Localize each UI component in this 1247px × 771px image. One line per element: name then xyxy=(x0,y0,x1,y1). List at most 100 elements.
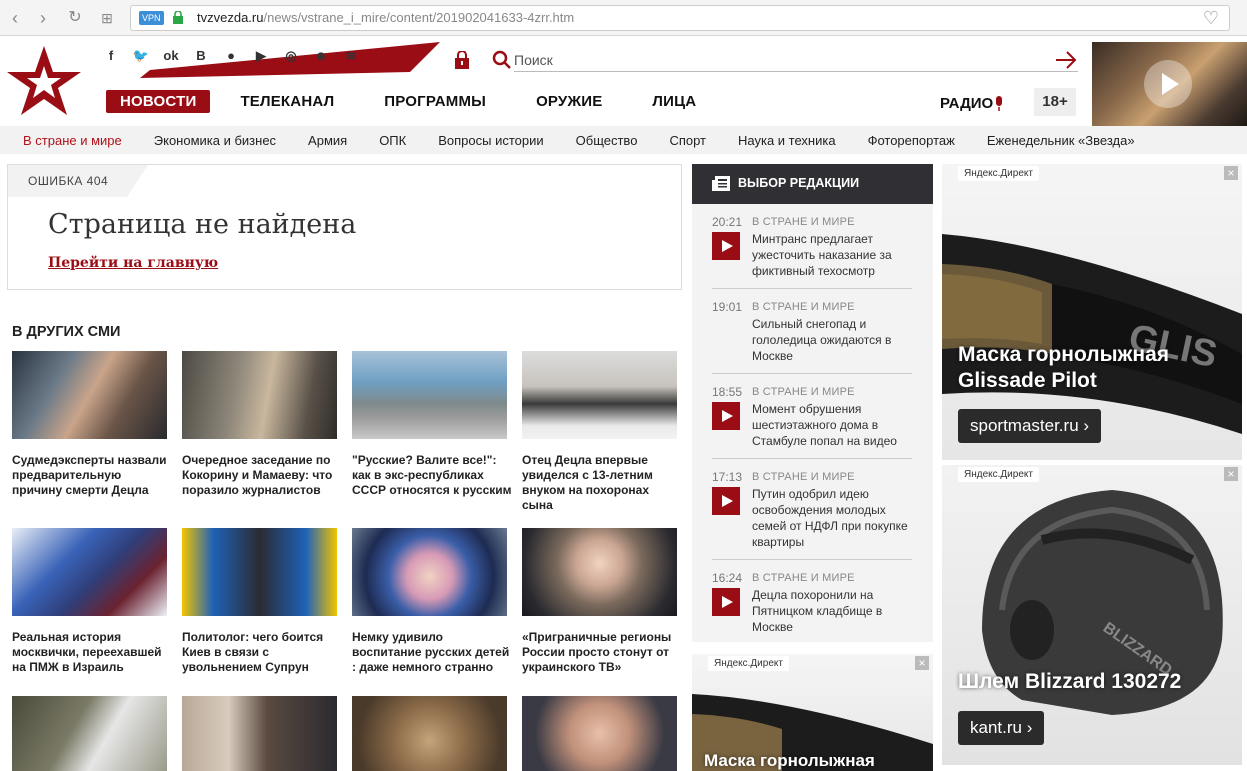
news-caption[interactable]: «Приграничные регионы России просто стон… xyxy=(522,630,682,675)
news-photo[interactable] xyxy=(12,528,167,616)
nav-programs[interactable]: ПРОГРАММЫ xyxy=(384,93,486,110)
subnav-item[interactable]: Армия xyxy=(308,133,347,148)
go-home-link[interactable]: Перейти на главную xyxy=(48,255,218,271)
video-play-icon[interactable] xyxy=(712,402,740,430)
news-caption[interactable]: Очередное заседание по Кокорину и Мамаев… xyxy=(182,453,342,498)
video-play-icon[interactable] xyxy=(712,487,740,515)
ad-banner-goggles[interactable]: GLIS Яндекс.Директ × Маска горнолыжная G… xyxy=(942,164,1242,460)
news-card[interactable] xyxy=(182,696,337,771)
youtube-icon[interactable]: ▶ xyxy=(246,48,276,64)
search-submit-arrow-icon[interactable] xyxy=(1055,50,1077,70)
news-card[interactable]: Отец Децла впервые увиделся с 13-летним … xyxy=(522,351,677,513)
subnav-item[interactable]: Общество xyxy=(576,133,638,148)
news-photo[interactable] xyxy=(352,696,507,771)
news-photo[interactable] xyxy=(182,351,337,439)
news-photo[interactable] xyxy=(182,528,337,616)
news-card[interactable]: Очередное заседание по Кокорину и Мамаев… xyxy=(182,351,337,498)
reload-icon[interactable]: ↻ xyxy=(64,7,86,29)
news-card[interactable]: Политолог: чего боится Киев в связи с ув… xyxy=(182,528,337,675)
news-card[interactable] xyxy=(522,696,677,771)
radio-link[interactable]: РАДИО xyxy=(940,95,993,112)
news-card[interactable]: Реальная история москвички, переехавшей … xyxy=(12,528,167,675)
item-rubric[interactable]: В СТРАНЕ И МИРЕ xyxy=(752,386,855,398)
ad-banner-helmet[interactable]: BLIZZARD Яндекс.Директ × Шлем Blizzard 1… xyxy=(942,465,1242,765)
close-icon[interactable]: × xyxy=(915,656,929,670)
news-photo[interactable] xyxy=(12,351,167,439)
item-rubric[interactable]: В СТРАНЕ И МИРЕ xyxy=(752,216,855,228)
zvezda-logo[interactable] xyxy=(6,44,82,118)
subnav-item[interactable]: Еженедельник «Звезда» xyxy=(987,133,1135,148)
nav-weapons[interactable]: ОРУЖИЕ xyxy=(536,93,602,110)
subnav-item[interactable]: ОПК xyxy=(379,133,406,148)
login-lock-icon[interactable] xyxy=(454,51,470,69)
rss-icon[interactable]: ≋ xyxy=(336,48,366,64)
search-icon[interactable] xyxy=(492,50,512,70)
vpn-badge[interactable]: VPN xyxy=(139,11,164,25)
ad-title[interactable]: Маска горнолыжная Glissade Pilot xyxy=(958,342,1228,394)
ad-link-button[interactable]: kant.ru › xyxy=(958,711,1045,745)
news-caption[interactable]: Отец Децла впервые увиделся с 13-летним … xyxy=(522,453,682,513)
item-title[interactable]: Момент обрушения шестиэтажного дома в Ст… xyxy=(752,401,917,449)
odnoklassniki-icon[interactable]: ok xyxy=(156,48,186,64)
nav-news[interactable]: НОВОСТИ xyxy=(106,90,211,113)
news-card[interactable]: Судмедэксперты назвали предварительную п… xyxy=(12,351,167,498)
item-title[interactable]: Путин одобрил идею освобождения молодых … xyxy=(752,486,917,550)
forward-icon[interactable]: › xyxy=(32,7,54,29)
live-video-thumbnail[interactable] xyxy=(1092,42,1247,126)
nav-faces[interactable]: ЛИЦА xyxy=(652,93,696,110)
news-card[interactable] xyxy=(12,696,167,771)
news-photo[interactable] xyxy=(352,528,507,616)
news-photo[interactable] xyxy=(522,528,677,616)
news-caption[interactable]: Немку удивило воспитание русских детей :… xyxy=(352,630,512,675)
news-photo[interactable] xyxy=(182,696,337,771)
news-card[interactable]: Немку удивило воспитание русских детей :… xyxy=(352,528,509,675)
item-rubric[interactable]: В СТРАНЕ И МИРЕ xyxy=(752,301,855,313)
news-caption[interactable]: Реальная история москвички, переехавшей … xyxy=(12,630,172,675)
news-photo[interactable] xyxy=(522,696,677,771)
news-photo[interactable] xyxy=(522,351,677,439)
video-play-icon[interactable] xyxy=(712,232,740,260)
messenger-icon[interactable]: ● xyxy=(216,48,246,64)
bookmark-heart-icon[interactable]: ♡ xyxy=(1203,8,1219,29)
news-photo[interactable] xyxy=(12,696,167,771)
news-caption[interactable]: Политолог: чего боится Киев в связи с ув… xyxy=(182,630,342,675)
item-rubric[interactable]: В СТРАНЕ И МИРЕ xyxy=(752,572,855,584)
item-rubric[interactable]: В СТРАНЕ И МИРЕ xyxy=(752,471,855,483)
news-caption[interactable]: "Русские? Валите все!": как в экс-респуб… xyxy=(352,453,512,498)
close-icon[interactable]: × xyxy=(1224,166,1238,180)
close-icon[interactable]: × xyxy=(1224,467,1238,481)
facebook-icon[interactable]: f xyxy=(96,48,126,64)
news-card[interactable]: «Приграничные регионы России просто стон… xyxy=(522,528,677,675)
subnav-item[interactable]: Вопросы истории xyxy=(438,133,543,148)
subnav-item[interactable]: Экономика и бизнес xyxy=(154,133,276,148)
ad-title[interactable]: Шлем Blizzard 130272 xyxy=(958,669,1181,695)
twitter-icon[interactable]: 🐦 xyxy=(126,48,156,64)
ad-banner-goggles-small[interactable]: Яндекс.Директ × Маска горнолыжная xyxy=(692,654,933,771)
instagram-icon[interactable]: ◎ xyxy=(276,48,306,64)
subnav-item[interactable]: Фоторепортаж xyxy=(868,133,955,148)
subnav-item[interactable]: Наука и техника xyxy=(738,133,836,148)
ad-title[interactable]: Маска горнолыжная xyxy=(704,750,875,771)
subnav-item[interactable]: Спорт xyxy=(669,133,706,148)
news-card[interactable]: "Русские? Валите все!": как в экс-респуб… xyxy=(352,351,512,498)
editors-choice-title: ВЫБОР РЕДАКЦИИ xyxy=(738,176,860,190)
tabs-grid-icon[interactable]: ⊞ xyxy=(96,7,118,29)
url-text[interactable]: tvzvezda.ru/news/vstrane_i_mire/content/… xyxy=(197,10,574,25)
microphone-icon[interactable] xyxy=(994,96,1004,112)
address-bar[interactable]: VPN tvzvezda.ru/news/vstrane_i_mire/cont… xyxy=(130,5,1230,31)
vk-icon[interactable]: B xyxy=(186,48,216,64)
item-title[interactable]: Децла похоронили на Пятницком кладбище в… xyxy=(752,587,917,635)
back-icon[interactable]: ‹ xyxy=(4,7,26,29)
search-input[interactable] xyxy=(514,48,1078,72)
item-title[interactable]: Сильный снегопад и гололедица ожидаются … xyxy=(752,316,917,364)
news-card[interactable] xyxy=(352,696,507,771)
nav-tv-channel[interactable]: ТЕЛЕКАНАЛ xyxy=(240,93,334,110)
news-caption[interactable]: Судмедэксперты назвали предварительную п… xyxy=(12,453,172,498)
play-icon[interactable] xyxy=(1144,60,1192,108)
news-photo[interactable] xyxy=(352,351,507,439)
ad-link-button[interactable]: sportmaster.ru › xyxy=(958,409,1102,443)
moimir-icon[interactable]: ☻ xyxy=(306,48,336,64)
video-play-icon[interactable] xyxy=(712,588,740,616)
item-title[interactable]: Минтранс предлагает ужесточить наказание… xyxy=(752,231,917,279)
subnav-item[interactable]: В стране и мире xyxy=(23,133,122,148)
